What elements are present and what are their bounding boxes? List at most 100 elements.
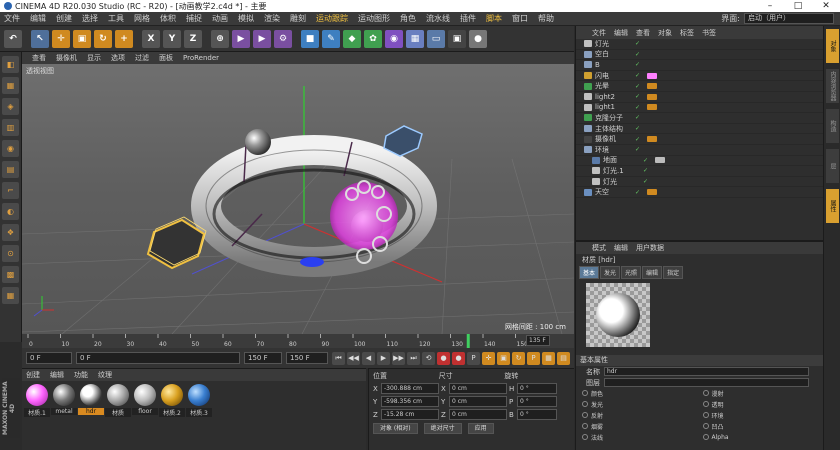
visibility-toggle[interactable]: ✓ (635, 72, 647, 79)
left-tool-1-icon[interactable]: ▦ (2, 77, 19, 94)
object-row[interactable]: light2 ✓ (576, 92, 823, 103)
transport-button-2[interactable]: ◀ (362, 351, 375, 365)
size-field[interactable]: 0 cm (449, 396, 507, 407)
name-field[interactable]: hdr (604, 367, 809, 376)
viewport-menu-6[interactable]: ProRender (183, 54, 219, 62)
menu-item-13[interactable]: 运动图形 (358, 13, 390, 24)
left-tool-5-icon[interactable]: ▤ (2, 161, 19, 178)
object-row[interactable]: 灯光 ✓ (576, 39, 823, 50)
transport-button-4[interactable]: ▶▶ (392, 351, 405, 365)
field-icon[interactable]: ▦ (406, 29, 424, 48)
material-menu-3[interactable]: 纹理 (98, 370, 112, 380)
apply-button[interactable]: 应用 (467, 423, 494, 434)
channel-checkbox[interactable]: 发光 (582, 399, 703, 409)
pos-field[interactable]: -300.888 cm (381, 383, 439, 394)
object-row[interactable]: 天空 ✓ (576, 187, 823, 198)
visibility-toggle[interactable]: ✓ (643, 167, 655, 174)
attribute-tab[interactable]: 光照 (621, 266, 642, 279)
visibility-toggle[interactable]: ✓ (635, 83, 647, 90)
transport-button-15[interactable]: ▤ (557, 351, 570, 365)
menu-item-18[interactable]: 窗口 (512, 13, 528, 24)
object-row[interactable]: 灯光 ✓ (576, 177, 823, 188)
end-frame-field[interactable]: 150 F (286, 352, 328, 364)
transport-button-0[interactable]: ⏮ (332, 351, 345, 365)
last-tool-icon[interactable]: + (115, 29, 133, 48)
visibility-toggle[interactable]: ✓ (635, 51, 647, 58)
attribute-menu-0[interactable]: 模式 (592, 243, 606, 253)
object-row[interactable]: 空白 ✓ (576, 50, 823, 61)
transport-button-8[interactable]: ● (452, 351, 465, 365)
menu-item-8[interactable]: 动画 (212, 13, 228, 24)
left-tool-3-icon[interactable]: ▥ (2, 119, 19, 136)
attribute-tab[interactable]: 发光 (600, 266, 621, 279)
object-tag-icon[interactable] (647, 189, 657, 196)
visibility-toggle[interactable]: ✓ (635, 93, 647, 100)
menu-item-11[interactable]: 雕刻 (290, 13, 306, 24)
material-menu-0[interactable]: 创建 (26, 370, 40, 380)
subdivision-icon[interactable]: ◆ (343, 29, 361, 48)
layer-field[interactable] (604, 378, 809, 387)
visibility-toggle[interactable]: ✓ (635, 104, 647, 111)
visibility-toggle[interactable]: ✓ (635, 136, 647, 143)
close-button[interactable]: ✕ (812, 0, 840, 12)
visibility-toggle[interactable]: ✓ (635, 40, 647, 47)
transport-button-9[interactable]: P (467, 351, 480, 365)
object-tag-icon[interactable] (647, 136, 657, 143)
size-field[interactable]: 0 cm (449, 383, 507, 394)
right-tab[interactable]: 构造 (826, 109, 839, 143)
transport-button-12[interactable]: ↻ (512, 351, 525, 365)
material-swatch[interactable]: floor (132, 384, 158, 417)
visibility-toggle[interactable]: ✓ (643, 178, 655, 185)
coord-mode-dropdown[interactable]: 对象 (相对) (373, 423, 418, 434)
transport-button-6[interactable]: ⟲ (422, 351, 435, 365)
left-tool-0-icon[interactable]: ◧ (2, 56, 19, 73)
attribute-tab[interactable]: 基本 (579, 266, 600, 279)
current-frame-field[interactable]: 135 F (526, 335, 550, 346)
object-menu-2[interactable]: 查看 (636, 28, 650, 38)
left-tool-6-icon[interactable]: ⌐ (2, 182, 19, 199)
render-view-icon[interactable]: ▶ (232, 29, 250, 48)
object-row[interactable]: 摄像机 ✓ (576, 134, 823, 145)
menu-item-12[interactable]: 运动跟踪 (316, 13, 348, 24)
pos-field[interactable]: -598.356 cm (381, 396, 439, 407)
rotate-icon[interactable]: ↻ (94, 29, 112, 48)
render-settings-icon[interactable]: ⚙ (274, 29, 292, 48)
material-swatch[interactable]: hdr (78, 384, 104, 417)
pos-field[interactable]: -15.28 cm (381, 409, 439, 420)
visibility-toggle[interactable]: ✓ (635, 146, 647, 153)
right-tab[interactable]: 层 (826, 149, 839, 183)
channel-checkbox[interactable]: 颜色 (582, 388, 703, 398)
left-tool-2-icon[interactable]: ◈ (2, 98, 19, 115)
transport-button-10[interactable]: ✛ (482, 351, 495, 365)
menu-item-0[interactable]: 文件 (4, 13, 20, 24)
object-menu-1[interactable]: 编辑 (614, 28, 628, 38)
visibility-toggle[interactable]: ✓ (635, 114, 647, 121)
viewport-menu-5[interactable]: 面板 (159, 53, 173, 63)
transport-button-7[interactable]: ● (437, 351, 450, 365)
pen-icon[interactable]: ✎ (322, 29, 340, 48)
menu-item-1[interactable]: 编辑 (30, 13, 46, 24)
channel-checkbox[interactable]: 法线 (582, 432, 703, 442)
left-tool-7-icon[interactable]: ◐ (2, 203, 19, 220)
rot-field[interactable]: 0 ° (517, 383, 557, 394)
material-swatch[interactable]: 材质.1 (24, 384, 50, 417)
left-tool-4-icon[interactable]: ◉ (2, 140, 19, 157)
undo-icon[interactable]: ↶ (4, 29, 22, 48)
menu-item-10[interactable]: 渲染 (264, 13, 280, 24)
material-swatch[interactable]: 材质.2 (159, 384, 185, 417)
channel-checkbox[interactable]: Alpha (702, 432, 824, 442)
y-axis-icon[interactable]: Y (163, 29, 181, 48)
material-swatch[interactable]: metal (51, 384, 77, 417)
minimize-button[interactable]: – (756, 0, 784, 12)
channel-checkbox[interactable]: 环境 (702, 410, 824, 420)
left-tool-8-icon[interactable]: ❖ (2, 224, 19, 241)
visibility-toggle[interactable]: ✓ (635, 189, 647, 196)
menu-item-6[interactable]: 体积 (160, 13, 176, 24)
transport-button-14[interactable]: ▦ (542, 351, 555, 365)
scale-icon[interactable]: ▣ (73, 29, 91, 48)
transport-button-5[interactable]: ⏭ (407, 351, 420, 365)
object-tag-icon[interactable] (655, 157, 665, 164)
object-row[interactable]: B ✓ (576, 60, 823, 71)
attribute-tab[interactable]: 指定 (663, 266, 684, 279)
right-tab[interactable]: 属性 (826, 189, 839, 223)
